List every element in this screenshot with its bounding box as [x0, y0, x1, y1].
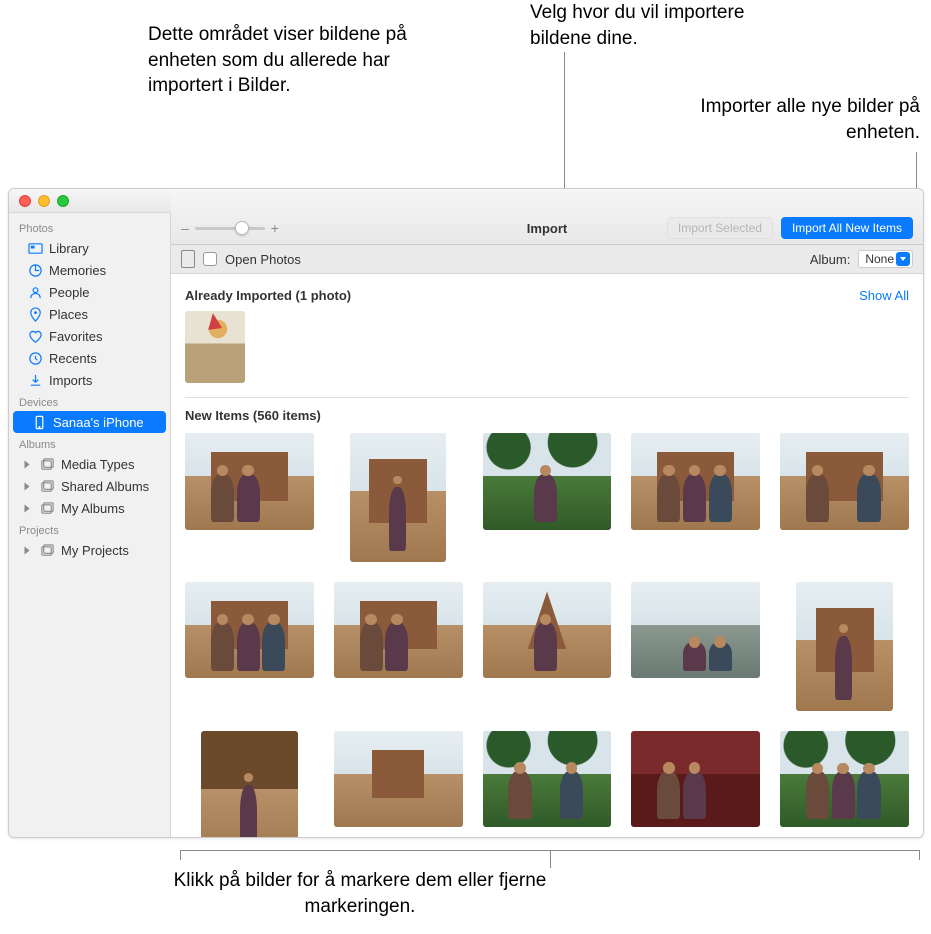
device-icon [181, 250, 195, 268]
sidebar-header-albums: Albums [9, 433, 170, 453]
import-subbar: Open Photos Album: None [171, 245, 923, 274]
sidebar-item-label: Media Types [61, 457, 134, 472]
sidebar-item-label: My Projects [61, 543, 129, 558]
zoom-window-button[interactable] [57, 195, 69, 207]
sidebar-item-my-albums[interactable]: My Albums [9, 497, 170, 519]
album-select-value: None [865, 252, 894, 266]
disclosure-icon[interactable] [25, 546, 30, 554]
phone-icon [31, 414, 47, 430]
sidebar-item-recents[interactable]: Recents [9, 347, 170, 369]
sidebar-item-label: Sanaa's iPhone [53, 415, 144, 430]
sidebar-header-projects: Projects [9, 519, 170, 539]
callout-already-imported: Dette området viser bildene på enheten s… [148, 22, 448, 99]
sidebar-item-label: Memories [49, 263, 106, 278]
disclosure-icon[interactable] [25, 504, 30, 512]
open-photos-label: Open Photos [225, 252, 301, 267]
album-label: Album: [810, 252, 850, 267]
sidebar-header-photos: Photos [9, 217, 170, 237]
sidebar-item-shared-albums[interactable]: Shared Albums [9, 475, 170, 497]
album-icon [39, 542, 55, 558]
zoom-slider[interactable] [195, 227, 265, 230]
heart-icon [27, 328, 43, 344]
sidebar-item-label: Imports [49, 373, 92, 388]
album-select[interactable]: None [858, 250, 913, 268]
sidebar-item-device-iphone[interactable]: Sanaa's iPhone [13, 411, 166, 433]
library-icon [27, 240, 43, 256]
photo-thumb[interactable] [185, 433, 314, 530]
album-icon [39, 456, 55, 472]
zoom-in-label: + [271, 220, 279, 236]
people-icon [27, 284, 43, 300]
open-photos-checkbox[interactable] [203, 252, 217, 266]
new-items-title: New Items (560 items) [185, 408, 321, 423]
sidebar-item-people[interactable]: People [9, 281, 170, 303]
sidebar-header-devices: Devices [9, 391, 170, 411]
photo-thumb[interactable] [350, 433, 447, 562]
toolbar: – + Import Import Selected Import All Ne… [171, 189, 923, 245]
main-panel: – + Import Import Selected Import All Ne… [171, 213, 923, 837]
new-items-header: New Items (560 items) [185, 408, 909, 423]
window-controls [19, 195, 69, 207]
sidebar-item-memories[interactable]: Memories [9, 259, 170, 281]
disclosure-icon[interactable] [25, 460, 30, 468]
section-divider [185, 397, 909, 398]
show-all-link[interactable]: Show All [859, 288, 909, 303]
sidebar-item-label: People [49, 285, 89, 300]
zoom-slider-thumb[interactable] [235, 221, 249, 235]
album-icon [39, 500, 55, 516]
minimize-window-button[interactable] [38, 195, 50, 207]
photo-thumb[interactable] [334, 731, 463, 828]
already-imported-thumb[interactable] [185, 311, 245, 383]
disclosure-icon[interactable] [25, 482, 30, 490]
sidebar-item-media-types[interactable]: Media Types [9, 453, 170, 475]
already-imported-header: Already Imported (1 photo) Show All [185, 288, 909, 303]
photo-thumb[interactable] [483, 582, 612, 679]
photo-thumb[interactable] [483, 731, 612, 828]
import-icon [27, 372, 43, 388]
photo-thumb[interactable] [631, 582, 760, 679]
sidebar-item-favorites[interactable]: Favorites [9, 325, 170, 347]
content-area: Already Imported (1 photo) Show All New … [171, 274, 923, 837]
already-imported-title: Already Imported (1 photo) [185, 288, 351, 303]
photo-thumb[interactable] [483, 433, 612, 530]
zoom-out-label: – [181, 220, 189, 236]
chevron-down-icon [896, 252, 910, 266]
photo-thumb[interactable] [780, 433, 909, 530]
sidebar-item-library[interactable]: Library [9, 237, 170, 259]
photo-thumb[interactable] [780, 731, 909, 828]
sidebar-item-label: Shared Albums [61, 479, 149, 494]
album-icon [39, 478, 55, 494]
photos-app-window: Photos Library Memories People Places Fa… [8, 188, 924, 838]
memories-icon [27, 262, 43, 278]
photo-thumb[interactable] [334, 582, 463, 679]
close-window-button[interactable] [19, 195, 31, 207]
sidebar-item-label: Favorites [49, 329, 102, 344]
photo-thumb[interactable] [631, 731, 760, 828]
sidebar-item-my-projects[interactable]: My Projects [9, 539, 170, 561]
callout-import-all: Importer alle nye bilder på enheten. [700, 94, 920, 145]
thumbnails-grid [185, 433, 909, 837]
places-icon [27, 306, 43, 322]
import-selected-button[interactable]: Import Selected [667, 217, 773, 239]
sidebar-item-label: My Albums [61, 501, 125, 516]
sidebar-item-label: Library [49, 241, 89, 256]
sidebar-item-label: Recents [49, 351, 97, 366]
clock-icon [27, 350, 43, 366]
sidebar-item-places[interactable]: Places [9, 303, 170, 325]
sidebar-item-label: Places [49, 307, 88, 322]
sidebar: Photos Library Memories People Places Fa… [9, 213, 171, 837]
photo-thumb[interactable] [796, 582, 893, 711]
photo-thumb[interactable] [631, 433, 760, 530]
sidebar-item-imports[interactable]: Imports [9, 369, 170, 391]
toolbar-title: Import [527, 221, 567, 236]
callout-album-dest: Velg hvor du vil importere bildene dine. [530, 0, 780, 51]
photo-thumb[interactable] [185, 582, 314, 679]
callout-select-photos: Klikk på bilder for å markere dem eller … [150, 868, 570, 919]
import-all-button[interactable]: Import All New Items [781, 217, 913, 239]
photo-thumb[interactable] [201, 731, 298, 837]
